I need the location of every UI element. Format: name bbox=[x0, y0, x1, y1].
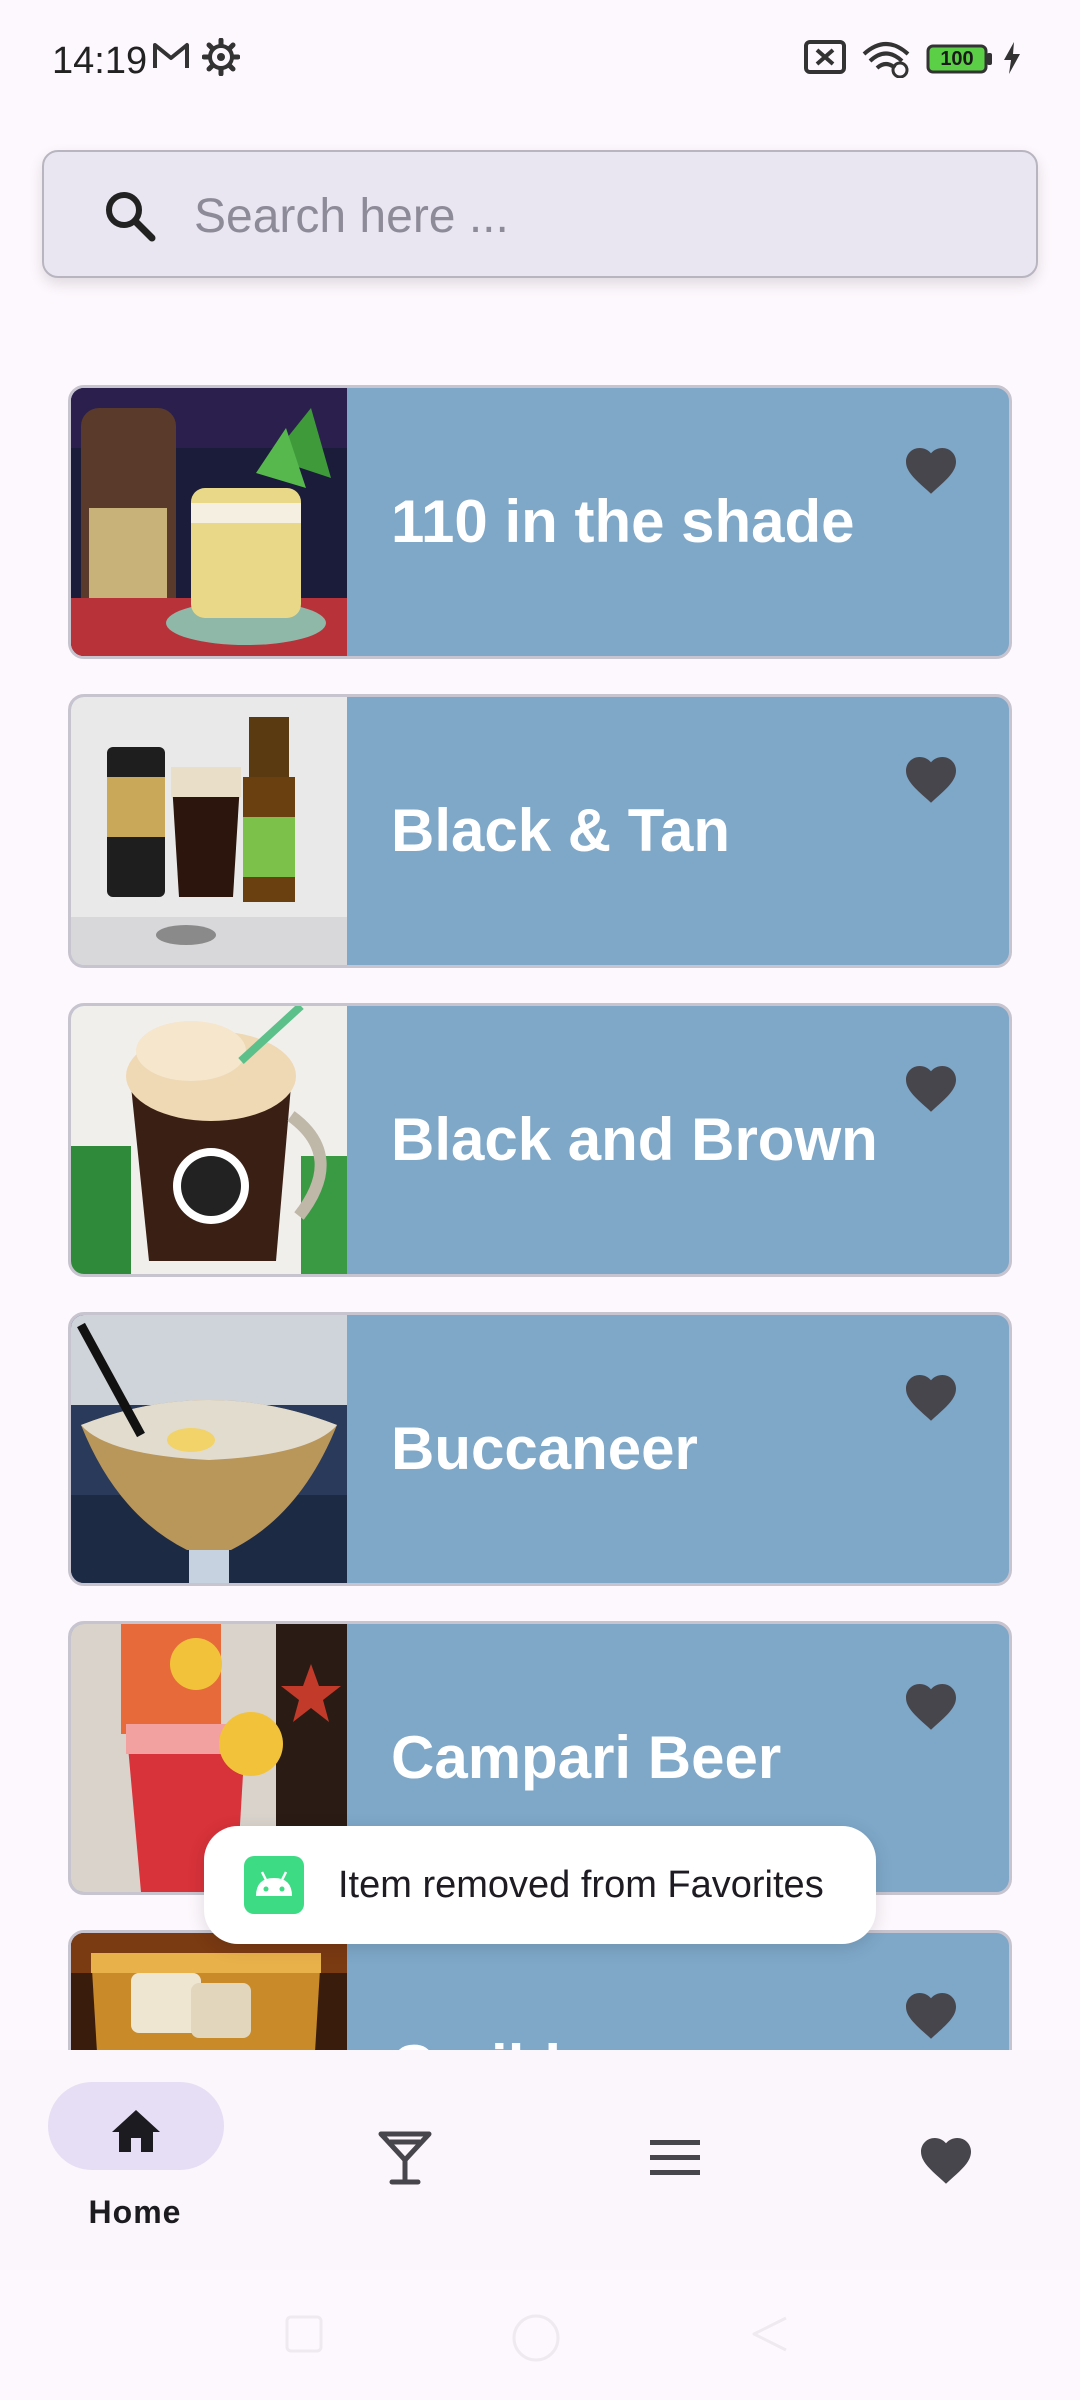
charging-icon bbox=[1002, 42, 1022, 79]
drink-card[interactable]: Black & Tan bbox=[68, 694, 1012, 968]
drink-thumbnail bbox=[71, 1315, 347, 1583]
recents-button[interactable] bbox=[284, 2314, 324, 2359]
search-bar[interactable] bbox=[42, 150, 1038, 278]
app-screen: 14:19 100 Search here ... 110 in the sha… bbox=[0, 0, 1080, 2400]
back-button[interactable] bbox=[748, 2314, 790, 2359]
home-icon bbox=[110, 2108, 162, 2159]
toast-message: Item removed from Favorites bbox=[204, 1826, 876, 1944]
drink-thumbnail bbox=[71, 1933, 347, 2050]
nav-item-home[interactable]: Home bbox=[0, 2050, 270, 2270]
menu-icon bbox=[650, 2140, 700, 2181]
toast-text: Item removed from Favorites bbox=[338, 1864, 824, 1906]
nav-item-menu[interactable] bbox=[540, 2050, 810, 2270]
nav-item-favorites[interactable] bbox=[810, 2050, 1080, 2270]
drink-card[interactable]: 110 in the shade bbox=[68, 385, 1012, 659]
battery-level: 100 bbox=[940, 48, 974, 70]
drink-name: Caribbean bbox=[391, 1933, 684, 2050]
drink-list[interactable]: 110 in the shade Black & Tan Black and B… bbox=[0, 380, 1080, 2050]
cocktail-icon bbox=[378, 2130, 432, 2191]
drink-card[interactable]: Black and Brown bbox=[68, 1003, 1012, 1277]
drink-name: Black & Tan bbox=[391, 797, 730, 864]
gmail-icon bbox=[152, 40, 190, 77]
drink-thumbnail bbox=[71, 697, 347, 965]
drink-name: 110 in the shade bbox=[391, 488, 855, 555]
wifi-icon bbox=[860, 38, 912, 83]
no-sim-icon bbox=[804, 40, 846, 79]
heart-icon[interactable] bbox=[901, 1676, 961, 1737]
heart-icon[interactable] bbox=[901, 1985, 961, 2046]
search-icon bbox=[102, 188, 158, 249]
drink-name: Buccaneer bbox=[391, 1415, 698, 1482]
status-time: 14:19 bbox=[52, 40, 148, 82]
drink-thumbnail bbox=[71, 1006, 347, 1274]
nav-label-home: Home bbox=[88, 2194, 182, 2230]
drink-thumbnail bbox=[71, 388, 347, 656]
drink-card[interactable]: Caribbean bbox=[68, 1930, 1012, 2050]
home-button[interactable] bbox=[510, 2312, 562, 2369]
heart-icon[interactable] bbox=[901, 1058, 961, 1119]
search-input[interactable] bbox=[194, 186, 994, 246]
status-bar: 14:19 100 bbox=[0, 0, 1080, 120]
heart-icon[interactable] bbox=[901, 1367, 961, 1428]
nav-item-cocktails[interactable] bbox=[270, 2050, 540, 2270]
settings-icon bbox=[201, 37, 241, 81]
drink-name: Black and Brown bbox=[391, 1106, 878, 1173]
bottom-navigation: Home bbox=[0, 2050, 1080, 2270]
drink-card[interactable]: Buccaneer bbox=[68, 1312, 1012, 1586]
heart-icon[interactable] bbox=[901, 440, 961, 501]
system-navigation bbox=[0, 2270, 1080, 2400]
android-icon bbox=[244, 1856, 304, 1914]
heart-icon[interactable] bbox=[901, 749, 961, 810]
heart-icon bbox=[916, 2130, 976, 2191]
